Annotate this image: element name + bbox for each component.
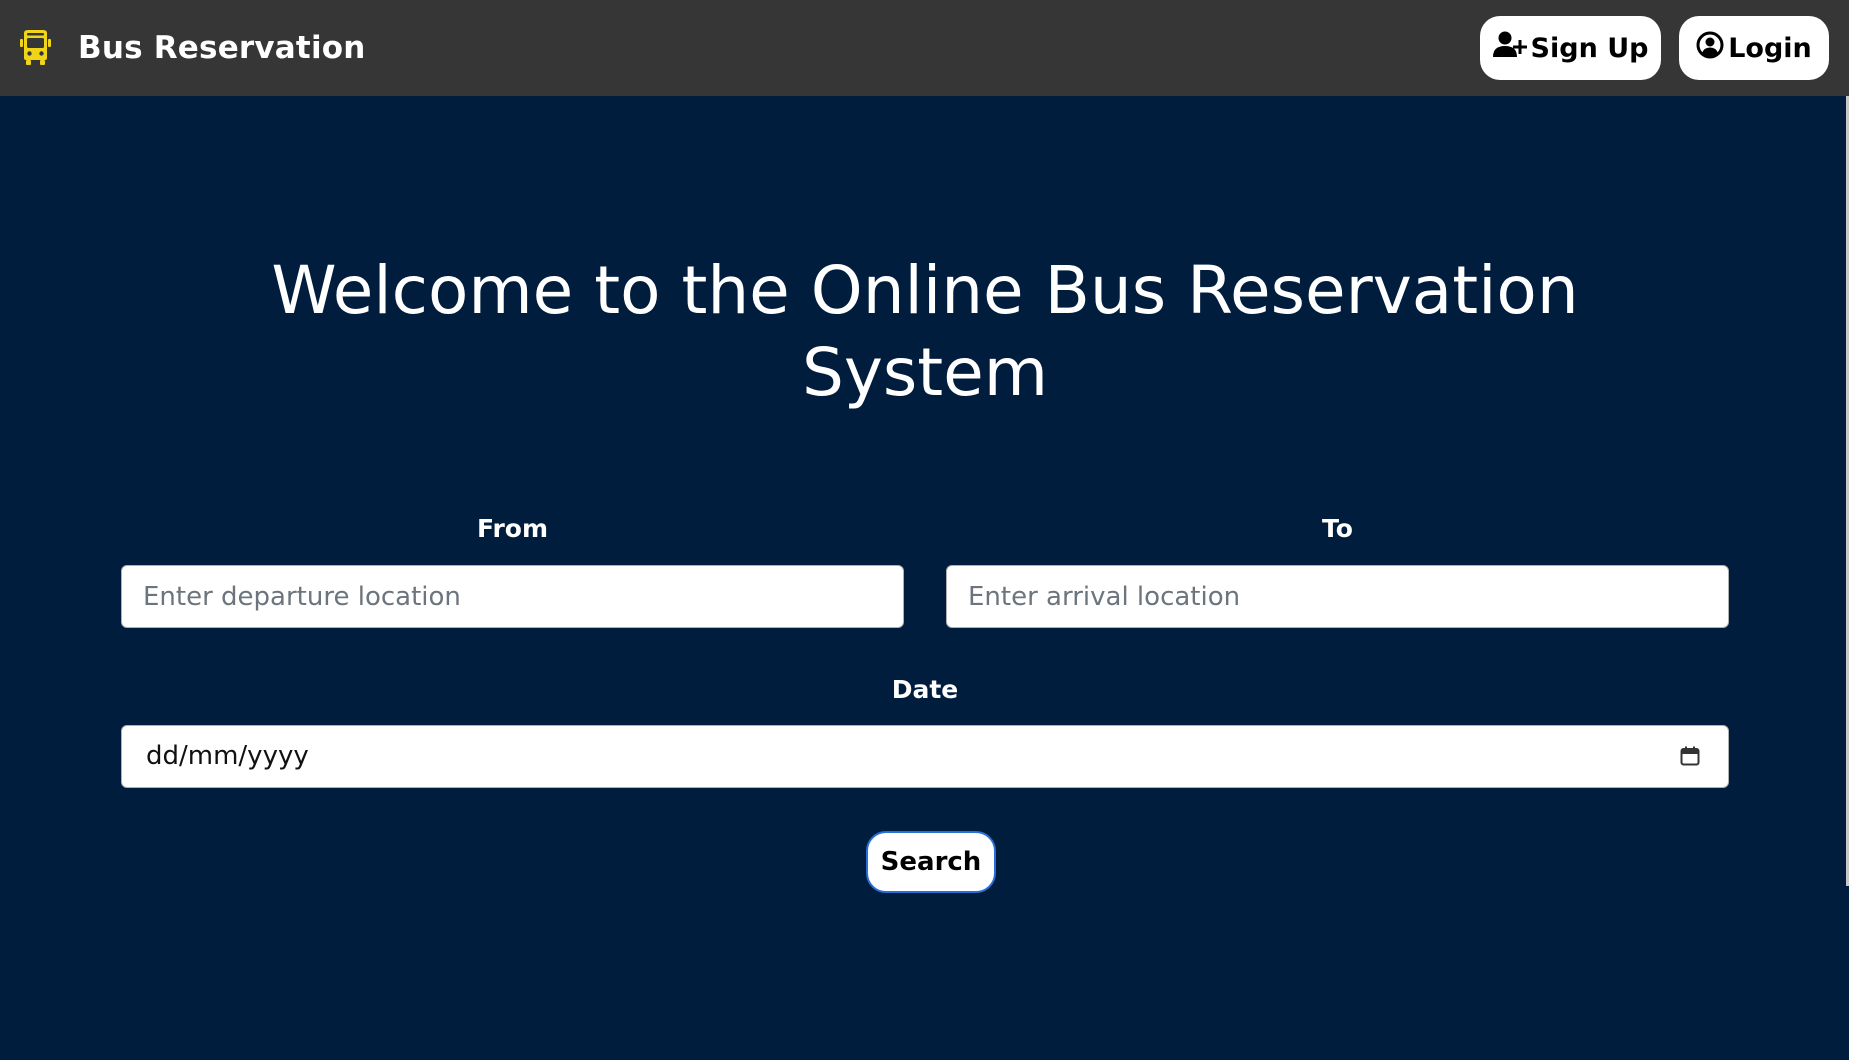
search-button[interactable]: Search <box>866 831 996 893</box>
date-value[interactable]: dd/mm/yyyy <box>146 726 309 787</box>
top-navbar: Bus Reservation Sign Up Login <box>0 0 1849 96</box>
sign-up-label: Sign Up <box>1530 32 1649 64</box>
page-title: Welcome to the Online Bus Reservation Sy… <box>271 252 1579 411</box>
login-label: Login <box>1728 32 1812 64</box>
to-label: To <box>1322 514 1353 543</box>
brand-title: Bus Reservation <box>78 30 366 66</box>
from-input[interactable] <box>121 565 904 628</box>
to-input[interactable] <box>946 565 1729 628</box>
brand[interactable]: Bus Reservation <box>20 30 366 66</box>
user-circle-icon <box>1696 31 1724 66</box>
from-label: From <box>476 514 549 543</box>
sign-up-button[interactable]: Sign Up <box>1480 16 1661 80</box>
calendar-icon[interactable] <box>1680 746 1700 766</box>
date-input[interactable]: dd/mm/yyyy <box>121 725 1729 788</box>
bus-icon <box>20 30 51 66</box>
date-label: Date <box>891 675 959 704</box>
user-plus-icon <box>1492 31 1527 65</box>
login-button[interactable]: Login <box>1679 16 1829 80</box>
